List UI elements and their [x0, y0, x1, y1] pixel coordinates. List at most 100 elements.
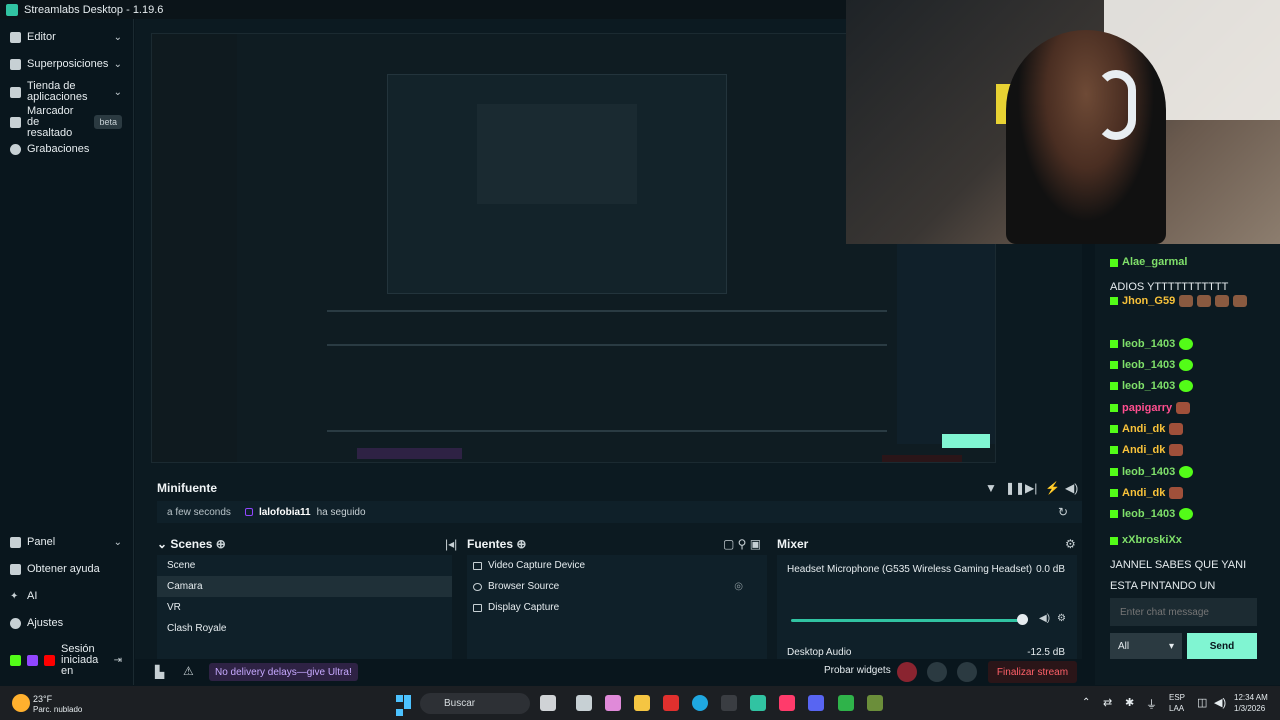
network-icon[interactable]: ⇄	[1103, 696, 1112, 709]
channel-settings-icon[interactable]: ⚙	[1057, 613, 1066, 624]
app-icon[interactable]	[721, 695, 737, 711]
chevron-up-icon[interactable]: ⌃	[1082, 697, 1090, 708]
headset	[1096, 70, 1136, 140]
kick-badge-icon	[1110, 489, 1118, 497]
chevron-down-icon: ⌄	[113, 31, 122, 43]
chat-username: leob_1403	[1122, 380, 1176, 392]
alert-icon[interactable]: ⚠	[183, 664, 194, 678]
add-scene-icon[interactable]: ⊕	[216, 537, 226, 551]
volume-icon[interactable]: ◀)	[1065, 481, 1078, 495]
minecraft-icon[interactable]	[867, 695, 883, 711]
scene-item[interactable]: Camara	[157, 576, 452, 597]
visibility-hidden-icon[interactable]: ◎	[734, 581, 743, 592]
sources-list: Video Capture Device Browser Source ◎ Dis…	[467, 555, 767, 665]
chat-username: leob_1403	[1122, 508, 1176, 520]
sidebar-item-label: Sesión iniciada en	[61, 642, 99, 677]
source-item[interactable]: Video Capture Device	[467, 555, 767, 576]
sidebar: Editor ⌄ Superposiciones ⌄ Tienda de apl…	[0, 19, 134, 685]
weather-icon[interactable]	[12, 694, 30, 712]
source-label: Display Capture	[488, 602, 560, 613]
speaker-icon[interactable]: ◀)	[1039, 613, 1050, 624]
xbox-icon[interactable]	[838, 695, 854, 711]
scene-item[interactable]: Scene	[157, 555, 452, 576]
skip-icon[interactable]: ▶|	[1025, 481, 1037, 495]
edge-icon[interactable]	[692, 695, 708, 711]
end-stream-button[interactable]: Finalizar stream	[988, 661, 1077, 683]
volume-icon[interactable]: ◀)	[1214, 696, 1226, 709]
taskbar-search[interactable]: Buscar	[420, 693, 530, 714]
chat-input[interactable]	[1110, 598, 1257, 626]
logout-icon: ⇥	[113, 654, 122, 666]
ultra-promo[interactable]: No delivery delays—give Ultra!	[209, 663, 358, 681]
chat-username: leob_1403	[1122, 338, 1176, 350]
sidebar-item-dashboard[interactable]: Panel ⌄	[0, 534, 134, 550]
file-explorer-icon[interactable]	[634, 695, 650, 711]
chat-username: Jhon_G59	[1122, 295, 1176, 307]
chat-username: Andi_dk	[1122, 444, 1166, 456]
sidebar-item-session[interactable]: Sesión iniciada en ⇥	[0, 643, 134, 676]
sidebar-item-help[interactable]: Obtener ayuda	[0, 561, 134, 577]
camera-icon	[473, 561, 482, 570]
task-view-icon[interactable]	[576, 695, 592, 711]
bluetooth-icon[interactable]: ✱	[1125, 696, 1134, 709]
mute-notifications-icon[interactable]: ⚡	[1045, 481, 1060, 495]
sidebar-item-editor[interactable]: Editor ⌄	[0, 29, 134, 45]
chat-message: leob_1403	[1110, 338, 1194, 350]
mixer-channel-db: -12.5 dB	[1027, 647, 1065, 658]
send-button[interactable]: Send	[1187, 633, 1257, 659]
emote-icon	[1169, 444, 1184, 456]
chat-username: Andi_dk	[1122, 487, 1166, 499]
emote-icon	[1169, 423, 1184, 435]
sidebar-item-recordings[interactable]: Grabaciones	[0, 141, 134, 157]
tiktok-icon[interactable]	[779, 695, 795, 711]
copilot-icon[interactable]	[605, 695, 621, 711]
language-code[interactable]: ESP	[1169, 693, 1185, 702]
mixer-title: Mixer	[777, 537, 809, 551]
chat-message: Alae_garmal ADIOS YTTTTTTTTTTT	[1110, 252, 1270, 298]
clock-time[interactable]: 12:34 AM	[1234, 693, 1268, 702]
source-item[interactable]: Browser Source ◎	[467, 576, 767, 597]
mcafee-icon[interactable]	[663, 695, 679, 711]
test-widgets-button[interactable]: Probar widgets	[824, 665, 891, 676]
store-icon	[10, 86, 21, 98]
widgets-icon[interactable]	[540, 695, 556, 711]
volume-slider-track[interactable]	[791, 619, 1021, 622]
sidebar-item-settings[interactable]: Ajustes	[0, 615, 134, 631]
filter-icon[interactable]: ▼	[985, 481, 997, 495]
sidebar-item-label: Ajustes	[27, 617, 64, 629]
schedule-icon[interactable]	[957, 662, 977, 682]
source-tools-icon[interactable]: ▢ ⚲ ▣	[723, 537, 761, 551]
kick-badge-icon	[1110, 382, 1118, 390]
chat-message: Andi_dk	[1110, 423, 1184, 435]
minifuente-title: Minifuente	[157, 481, 217, 495]
discord-icon[interactable]	[808, 695, 824, 711]
sidebar-item-app-store[interactable]: Tienda de aplicaciones ⌄	[0, 79, 134, 105]
mic-icon[interactable]: ⏚	[1146, 696, 1157, 712]
kick-badge-icon	[1110, 446, 1118, 454]
scene-item[interactable]: VR	[157, 597, 452, 618]
replay-icon[interactable]	[927, 662, 947, 682]
streamlabs-icon[interactable]	[750, 695, 766, 711]
weather-temp: 23°F	[33, 694, 53, 704]
stats-icon[interactable]: ▙	[155, 665, 164, 679]
wifi-icon[interactable]: ◫	[1197, 696, 1207, 709]
windows-start-icon[interactable]	[396, 695, 412, 716]
sidebar-item-overlays[interactable]: Superposiciones ⌄	[0, 56, 134, 72]
chat-username: papigarry	[1122, 402, 1173, 414]
collapse-icon[interactable]: |◂|	[445, 537, 457, 551]
mixer-channel-name: Desktop Audio	[787, 647, 852, 658]
pause-icon[interactable]: ❚❚	[1005, 481, 1025, 495]
chat-message: Andi_dk	[1110, 444, 1184, 456]
add-source-icon[interactable]: ⊕	[516, 537, 526, 551]
sidebar-item-highlighter[interactable]: Marcador de resaltado beta	[0, 105, 134, 138]
sidebar-item-ai[interactable]: ✦ AI	[0, 588, 134, 604]
chat-filter-select[interactable]: All ▾	[1110, 633, 1182, 659]
volume-slider-handle[interactable]	[1017, 614, 1028, 625]
record-button[interactable]	[897, 662, 917, 682]
kick-badge-icon	[1110, 536, 1118, 545]
refresh-icon[interactable]: ↻	[1058, 505, 1068, 519]
mixer-settings-icon[interactable]: ⚙	[1065, 537, 1076, 551]
kick-badge-icon	[1110, 258, 1118, 267]
scene-item[interactable]: Clash Royale	[157, 618, 452, 639]
source-item[interactable]: Display Capture	[467, 597, 767, 618]
